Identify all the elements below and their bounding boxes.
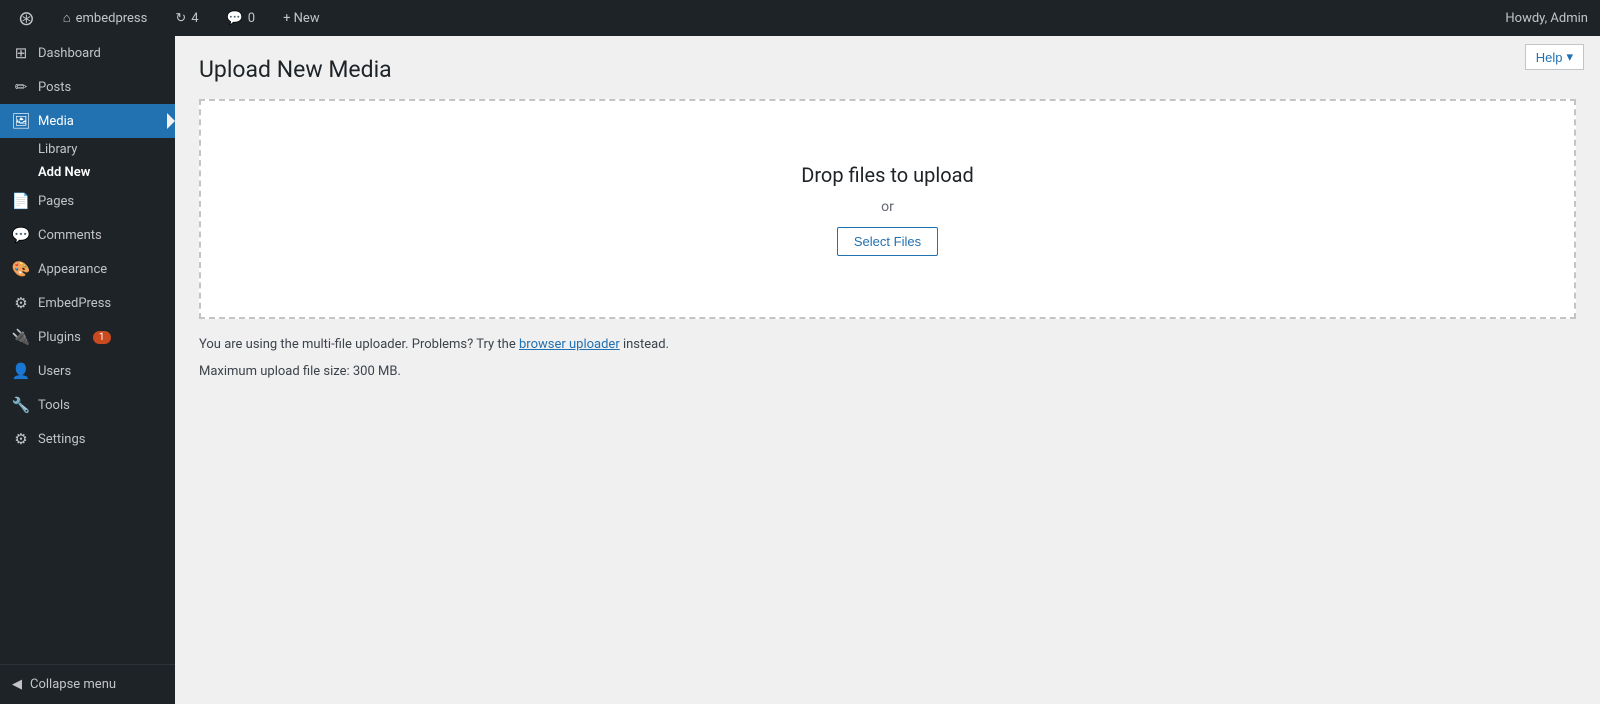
sidebar-settings-label: Settings [38, 432, 85, 447]
updates-count: 4 [191, 11, 198, 26]
sidebar-item-media[interactable]: 🖼 Media [0, 104, 175, 138]
plugins-badge: 1 [93, 331, 111, 344]
sidebar-sub-addnew[interactable]: Add New [0, 161, 175, 184]
max-size-text: Maximum upload file size: 300 MB. [199, 364, 1576, 379]
sidebar-sub-library[interactable]: Library [0, 138, 175, 161]
new-label: + New [283, 11, 320, 26]
info-text: You are using the multi-file uploader. P… [199, 335, 1576, 356]
drop-zone-or: or [881, 199, 894, 215]
info-text-before: You are using the multi-file uploader. P… [199, 337, 516, 352]
collapse-icon: ◀ [12, 677, 22, 692]
sidebar-item-pages[interactable]: 📄 Pages [0, 184, 175, 218]
comments-icon: 💬 [227, 11, 243, 26]
admin-bar: ⊛ ⌂ embedpress ↻ 4 💬 0 + New Howdy, Admi… [0, 0, 1600, 36]
site-name-label: embedpress [76, 11, 148, 26]
browser-uploader-link[interactable]: browser uploader [519, 337, 620, 352]
howdy-label: Howdy, Admin [1505, 11, 1588, 26]
info-text-end: instead. [623, 337, 669, 352]
sidebar-item-posts[interactable]: ✏ Posts [0, 70, 175, 104]
comments-count: 0 [248, 11, 255, 26]
wp-logo-icon: ⊛ [18, 8, 35, 28]
collapse-label: Collapse menu [30, 677, 116, 692]
sidebar-plugins-label: Plugins [38, 330, 81, 345]
sidebar-library-label: Library [38, 142, 77, 157]
content-area: Help ▾ Upload New Media Drop files to up… [175, 36, 1600, 704]
help-button[interactable]: Help ▾ [1525, 44, 1584, 70]
plugins-icon: 🔌 [12, 328, 30, 346]
sidebar-appearance-label: Appearance [38, 262, 107, 277]
comments-sidebar-icon: 💬 [12, 226, 30, 244]
sidebar-tools-label: Tools [38, 398, 70, 413]
media-icon: 🖼 [12, 112, 30, 130]
main-layout: ⊞ Dashboard ✏ Posts 🖼 Media Library Add … [0, 36, 1600, 704]
embedpress-icon: ⚙ [12, 294, 30, 312]
select-files-button[interactable]: Select Files [837, 227, 938, 256]
sidebar-posts-label: Posts [38, 80, 71, 95]
sidebar-users-label: Users [38, 364, 71, 379]
sidebar-item-embedpress[interactable]: ⚙ EmbedPress [0, 286, 175, 320]
page-title: Upload New Media [199, 56, 1576, 83]
sidebar: ⊞ Dashboard ✏ Posts 🖼 Media Library Add … [0, 36, 175, 704]
sidebar-media-label: Media [38, 114, 74, 129]
admin-bar-left: ⊛ ⌂ embedpress ↻ 4 💬 0 + New [12, 0, 1489, 36]
sidebar-item-users[interactable]: 👤 Users [0, 354, 175, 388]
sidebar-item-dashboard[interactable]: ⊞ Dashboard [0, 36, 175, 70]
pages-icon: 📄 [12, 192, 30, 210]
sidebar-pages-label: Pages [38, 194, 74, 209]
dashboard-icon: ⊞ [12, 44, 30, 62]
site-name-button[interactable]: ⌂ embedpress [57, 0, 154, 36]
sidebar-item-comments[interactable]: 💬 Comments [0, 218, 175, 252]
appearance-icon: 🎨 [12, 260, 30, 278]
home-icon: ⌂ [63, 10, 71, 26]
settings-icon: ⚙ [12, 430, 30, 448]
sidebar-item-tools[interactable]: 🔧 Tools [0, 388, 175, 422]
help-arrow-icon: ▾ [1566, 49, 1573, 65]
admin-bar-right: Howdy, Admin [1505, 11, 1588, 26]
collapse-menu-button[interactable]: ◀ Collapse menu [0, 664, 175, 704]
wp-logo-button[interactable]: ⊛ [12, 0, 41, 36]
updates-button[interactable]: ↻ 4 [169, 0, 204, 36]
new-button[interactable]: + New [277, 0, 326, 36]
comments-button[interactable]: 💬 0 [221, 0, 262, 36]
help-label: Help [1536, 50, 1563, 65]
sidebar-item-settings[interactable]: ⚙ Settings [0, 422, 175, 456]
sidebar-addnew-label: Add New [38, 165, 90, 180]
tools-icon: 🔧 [12, 396, 30, 414]
updates-icon: ↻ [175, 11, 186, 26]
sidebar-comments-label: Comments [38, 228, 102, 243]
users-icon: 👤 [12, 362, 30, 380]
drop-zone-text: Drop files to upload [801, 163, 974, 187]
sidebar-item-appearance[interactable]: 🎨 Appearance [0, 252, 175, 286]
drop-zone[interactable]: Drop files to upload or Select Files [199, 99, 1576, 319]
sidebar-embedpress-label: EmbedPress [38, 296, 111, 311]
sidebar-item-plugins[interactable]: 🔌 Plugins 1 [0, 320, 175, 354]
sidebar-dashboard-label: Dashboard [38, 46, 101, 61]
posts-icon: ✏ [12, 78, 30, 96]
